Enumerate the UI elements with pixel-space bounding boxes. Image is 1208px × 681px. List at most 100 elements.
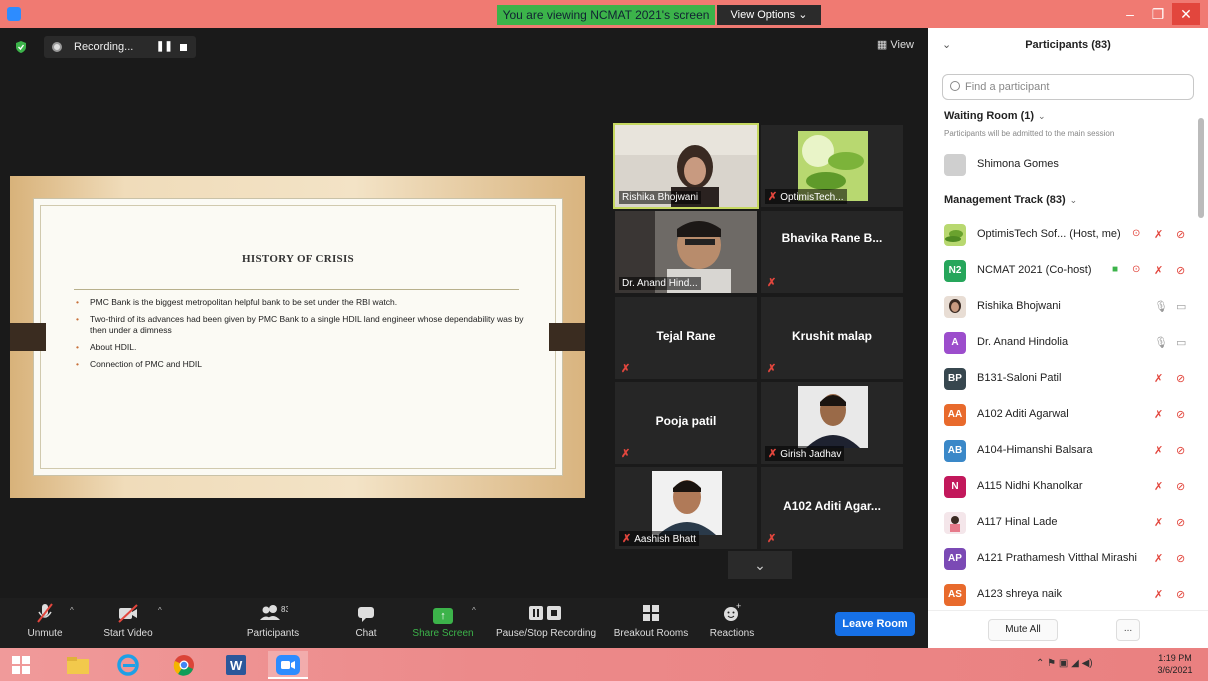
search-placeholder: Find a participant	[965, 81, 1050, 93]
avatar	[944, 296, 966, 318]
video-tile-aashish[interactable]: ✗ Aashish Bhatt	[615, 467, 757, 549]
video-tile-anand[interactable]: Dr. Anand Hind...	[615, 211, 757, 293]
more-options-button[interactable]: ...	[1116, 619, 1140, 641]
mute-all-button[interactable]: Mute All	[988, 619, 1058, 641]
mic-on-icon: 🎙	[1154, 337, 1168, 349]
mic-off-icon: ✗	[1154, 553, 1164, 565]
video-tile-girish[interactable]: ✗ Girish Jadhav	[761, 382, 903, 464]
video-tile-krushit[interactable]: Krushit malap ✗	[761, 297, 903, 379]
video-on-icon: ▭	[1176, 301, 1187, 313]
gallery-next-page-button[interactable]: ⌄	[728, 551, 792, 579]
participant-name: Rishika Bhojwani	[977, 300, 1061, 312]
shield-icon[interactable]	[14, 40, 28, 54]
audio-options-caret[interactable]: ^	[70, 606, 74, 615]
participants-button[interactable]: 83 Participants	[244, 598, 302, 648]
slide-decor-tab-left	[10, 323, 46, 351]
video-off-icon: ⊘	[1176, 265, 1186, 277]
video-off-icon: ⊘	[1176, 517, 1186, 529]
participant-row[interactable]: A Dr. Anand Hindolia 🎙 ▭	[928, 326, 1200, 362]
tile-caption: Rishika Bhojwani	[619, 191, 702, 204]
shared-slide: HISTORY OF CRISIS PMC Bank is the bigges…	[10, 176, 585, 498]
minimize-button[interactable]: –	[1116, 3, 1144, 25]
mic-off-icon: ✗	[1154, 589, 1164, 601]
participant-name: A115 Nidhi Khanolkar	[977, 480, 1083, 492]
waiting-room-header[interactable]: Waiting Room (1) ⌄	[944, 110, 1046, 122]
pause-stop-recording-button[interactable]: Pause/Stop Recording	[492, 598, 600, 648]
participant-row[interactable]: AA A102 Aditi Agarwal ✗ ⊘	[928, 398, 1200, 434]
avatar: AP	[944, 548, 966, 570]
participant-row[interactable]: AS A123 shreya naik ✗ ⊘	[928, 578, 1200, 610]
pause-stop-icon	[492, 598, 600, 628]
meeting-main-area: Recording... ❚❚ ▦ View HISTORY OF CRISIS…	[0, 28, 928, 598]
mic-off-icon: ✗	[768, 191, 778, 203]
view-options-button[interactable]: View Options ⌄	[717, 5, 821, 25]
system-tray[interactable]: ⌃ ⚑ ▣ ◢ ◀)	[1036, 658, 1093, 669]
windows-start-icon[interactable]	[12, 656, 30, 674]
participant-name: A102 Aditi Agarwal	[977, 408, 1069, 420]
video-tile-bhavika[interactable]: Bhavika Rane B... ✗	[761, 211, 903, 293]
video-tile-tejal[interactable]: Tejal Rane ✗	[615, 297, 757, 379]
waiting-room-note: Participants will be admitted to the mai…	[944, 129, 1115, 138]
participant-name: A104-Himanshi Balsara	[977, 444, 1093, 456]
chevron-down-icon: ⌄	[1038, 111, 1046, 121]
participants-icon: 83	[244, 598, 302, 628]
tile-name: Tejal Rane	[656, 329, 716, 343]
chat-button[interactable]: Chat	[348, 598, 384, 648]
participant-row[interactable]: N A115 Nidhi Khanolkar ✗ ⊘	[928, 470, 1200, 506]
avatar: N2	[944, 260, 966, 282]
management-track-header[interactable]: Management Track (83) ⌄	[944, 194, 1077, 206]
mic-off-icon: ✗	[767, 533, 777, 545]
chrome-icon[interactable]	[164, 651, 204, 679]
participant-name: OptimisTech Sof... (Host, me)	[977, 228, 1121, 240]
participant-row[interactable]: N2 NCMAT 2021 (Co-host) ■ ⊙ ✗ ⊘	[928, 254, 1200, 290]
pause-recording-icon[interactable]: ❚❚	[156, 36, 173, 58]
participants-scrollbar[interactable]	[1198, 118, 1204, 218]
participant-row[interactable]: AP A121 Prathamesh Vitthal Mirashi ✗ ⊘	[928, 542, 1200, 578]
svg-text:W: W	[230, 658, 243, 673]
participant-search-input[interactable]: Find a participant	[942, 74, 1194, 100]
word-icon[interactable]: W	[216, 651, 256, 679]
slide-divider	[74, 289, 519, 290]
reactions-button[interactable]: + Reactions	[706, 598, 758, 648]
participant-name: A121 Prathamesh Vitthal Mirashi	[977, 552, 1137, 564]
avatar	[944, 224, 966, 246]
video-off-icon: ⊘	[1176, 553, 1186, 565]
participant-row[interactable]: A117 Hinal Lade ✗ ⊘	[928, 506, 1200, 542]
share-screen-button[interactable]: ↑ Share Screen	[410, 598, 476, 648]
file-explorer-icon[interactable]	[58, 651, 98, 679]
video-tile-pooja[interactable]: Pooja patil ✗	[615, 382, 757, 464]
zoom-taskbar-icon[interactable]	[268, 651, 308, 679]
mic-off-icon: ✗	[621, 448, 631, 460]
video-tile-optimistech[interactable]: ✗ OptimisTech...	[761, 125, 903, 207]
mic-off-icon: ✗	[1154, 517, 1164, 529]
tile-caption: ✗ Aashish Bhatt	[619, 531, 699, 546]
leave-room-button[interactable]: Leave Room	[835, 612, 915, 636]
recording-label: Recording...	[74, 41, 134, 53]
video-tile-aditi[interactable]: A102 Aditi Agar... ✗	[761, 467, 903, 549]
video-off-icon: ⊘	[1176, 445, 1186, 457]
close-window-button[interactable]: ✕	[1172, 3, 1200, 25]
participant-row[interactable]: Rishika Bhojwani 🎙 ▭	[928, 290, 1200, 326]
participant-row[interactable]: AB A104-Himanshi Balsara ✗ ⊘	[928, 434, 1200, 470]
internet-explorer-icon[interactable]	[108, 651, 148, 679]
waiting-participant-row[interactable]: Shimona Gomes	[928, 148, 1200, 184]
participant-row[interactable]: BP B131-Saloni Patil ✗ ⊘	[928, 362, 1200, 398]
start-video-button[interactable]: Start Video	[98, 598, 158, 648]
mic-off-icon: ✗	[767, 363, 777, 375]
restore-button[interactable]: ❐	[1144, 3, 1172, 25]
unmute-button[interactable]: Unmute	[20, 598, 70, 648]
breakout-rooms-button[interactable]: Breakout Rooms	[612, 598, 690, 648]
video-tile-rishika[interactable]: Rishika Bhojwani	[613, 123, 759, 209]
sharing-screen-icon: ■	[1112, 264, 1119, 275]
avatar	[944, 512, 966, 534]
smiley-plus-icon: +	[706, 598, 758, 628]
viewing-screen-banner: You are viewing NCMAT 2021's screen	[497, 5, 715, 25]
mic-off-icon: ✗	[767, 277, 777, 289]
stop-recording-icon[interactable]	[180, 44, 187, 51]
share-options-caret[interactable]: ^	[472, 606, 476, 615]
search-icon	[950, 81, 960, 91]
taskbar-clock[interactable]: 1:19 PM 3/6/2021	[1150, 652, 1200, 676]
view-layout-button[interactable]: ▦ View	[877, 38, 914, 51]
participant-row[interactable]: OptimisTech Sof... (Host, me) ⊙ ✗ ⊘	[928, 218, 1200, 254]
video-options-caret[interactable]: ^	[158, 606, 162, 615]
